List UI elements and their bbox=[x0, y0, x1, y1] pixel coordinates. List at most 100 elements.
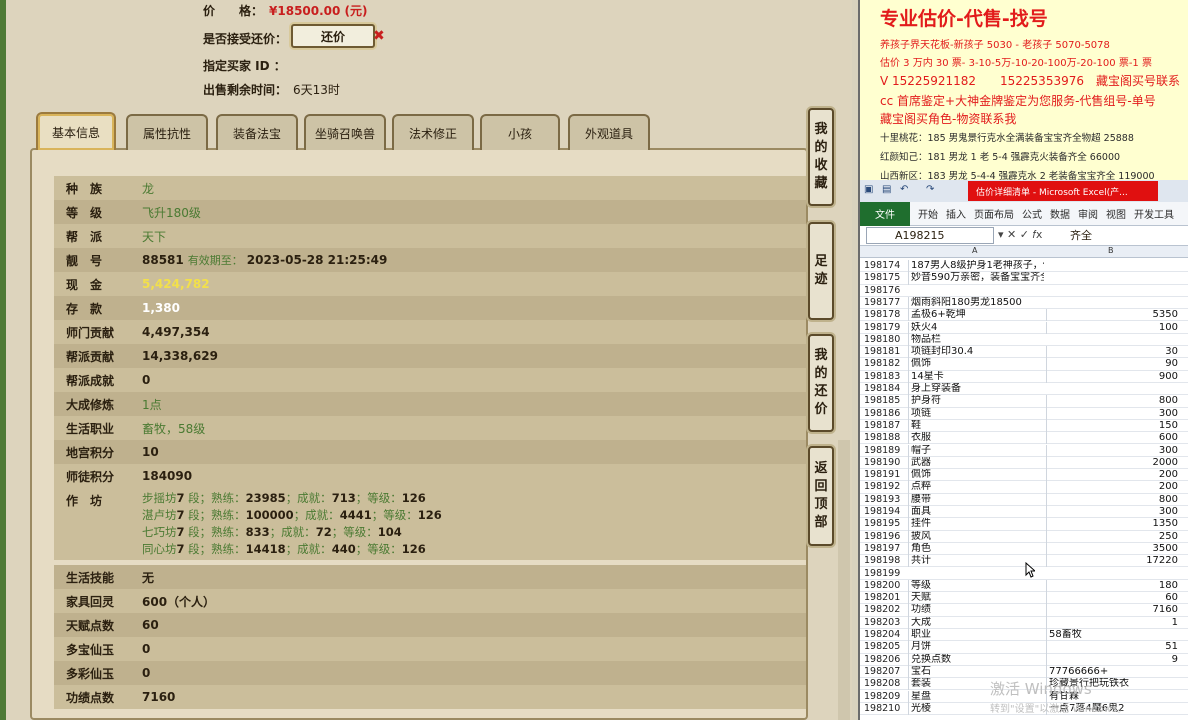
row-number[interactable]: 198200 bbox=[864, 580, 906, 592]
sheet-row[interactable]: 198199 bbox=[860, 568, 1188, 580]
sheet-row[interactable]: 198193 腰带 800 bbox=[860, 493, 1188, 506]
ribbon-tab[interactable]: 开始 bbox=[918, 206, 938, 221]
row-number[interactable]: 198180 bbox=[864, 334, 906, 346]
sheet-row[interactable]: 198181 项链封印30.4 30 bbox=[860, 346, 1188, 359]
row-number[interactable]: 198174 bbox=[864, 260, 906, 272]
back-to-top-button[interactable]: 返回顶部 bbox=[808, 446, 834, 546]
cell-b[interactable]: 100 bbox=[1046, 321, 1180, 334]
sheet-row[interactable]: 198196 披风 250 bbox=[860, 530, 1188, 543]
close-icon[interactable]: ✖ bbox=[373, 28, 385, 44]
cell-b[interactable]: 77766666+ bbox=[1046, 665, 1180, 679]
cell-a[interactable]: 宝石 bbox=[908, 665, 1044, 679]
cell-a[interactable]: 佩饰 bbox=[908, 469, 1044, 482]
cell-b[interactable]: 9 bbox=[1046, 653, 1180, 666]
sheet-row[interactable]: 198206 兑换点数 9 bbox=[860, 653, 1188, 666]
sheet-row[interactable]: 198180 物品栏 bbox=[860, 333, 1188, 347]
row-number[interactable]: 198177 bbox=[864, 297, 906, 309]
sheet-row[interactable]: 198197 角色 3500 bbox=[860, 542, 1188, 556]
row-number[interactable]: 198185 bbox=[864, 395, 906, 407]
ribbon-tab[interactable]: 插入 bbox=[946, 206, 966, 221]
cell-a[interactable]: 功绩 bbox=[908, 604, 1044, 617]
cell-b[interactable]: 250 bbox=[1046, 530, 1180, 543]
cell-a[interactable]: 鞋 bbox=[908, 419, 1044, 433]
formula-value[interactable]: 齐全 bbox=[1070, 227, 1092, 244]
sheet-row[interactable]: 198191 佩饰 200 bbox=[860, 469, 1188, 482]
row-number[interactable]: 198210 bbox=[864, 703, 906, 715]
cell-a[interactable]: 共计 bbox=[908, 555, 1044, 568]
cell-a[interactable]: 烟雨斜阳180男龙18500 bbox=[908, 296, 1044, 310]
tab-mounts-pets[interactable]: 坐骑召唤兽 bbox=[304, 114, 386, 150]
cell-b[interactable]: 7160 bbox=[1046, 604, 1180, 617]
cell-b[interactable]: 800 bbox=[1046, 395, 1180, 408]
ribbon-tab[interactable]: 视图 bbox=[1106, 206, 1126, 221]
sheet-row[interactable]: 198190 武器 2000 bbox=[860, 456, 1188, 470]
redo-icon[interactable]: ↷ bbox=[926, 184, 934, 195]
row-number[interactable]: 198202 bbox=[864, 604, 906, 616]
haggle-button[interactable]: 还价 bbox=[291, 24, 375, 48]
cell-a[interactable]: 帽子 bbox=[908, 444, 1044, 457]
cell-b[interactable]: 600 bbox=[1046, 432, 1180, 445]
scrollbar[interactable] bbox=[838, 440, 850, 720]
cell-a[interactable]: 妖火4 bbox=[908, 321, 1044, 334]
row-number[interactable]: 198183 bbox=[864, 371, 906, 383]
cell-b[interactable]: 5350 bbox=[1046, 309, 1180, 322]
ribbon-tab[interactable]: 开发工具 bbox=[1134, 206, 1174, 221]
sheet-row[interactable]: 198203 大成 1 bbox=[860, 616, 1188, 629]
sheet-row[interactable]: 198179 妖火4 100 bbox=[860, 321, 1188, 334]
row-number[interactable]: 198205 bbox=[864, 641, 906, 653]
sheet-row[interactable]: 198185 护身符 800 bbox=[860, 395, 1188, 408]
cell-b[interactable]: 900 bbox=[1046, 370, 1180, 383]
cell-b[interactable]: 2000 bbox=[1046, 456, 1180, 470]
row-number[interactable]: 198208 bbox=[864, 678, 906, 690]
row-number[interactable]: 198201 bbox=[864, 592, 906, 604]
sheet-row[interactable]: 198204 职业 58畜牧 bbox=[860, 629, 1188, 642]
row-number[interactable]: 198193 bbox=[864, 494, 906, 506]
row-number[interactable]: 198199 bbox=[864, 568, 906, 580]
row-number[interactable]: 198176 bbox=[864, 285, 906, 297]
cell-b[interactable]: 200 bbox=[1046, 469, 1180, 482]
undo-icon[interactable]: ↶ bbox=[900, 184, 908, 195]
cell-b[interactable]: 1350 bbox=[1046, 518, 1180, 531]
sheet-row[interactable]: 198200 等级 180 bbox=[860, 579, 1188, 593]
row-number[interactable]: 198196 bbox=[864, 531, 906, 543]
cell-b[interactable]: 300 bbox=[1046, 407, 1180, 420]
column-b-header[interactable]: B bbox=[1108, 246, 1114, 255]
cell-b[interactable]: 51 bbox=[1046, 641, 1180, 654]
cell-a[interactable]: 护身符 bbox=[908, 395, 1044, 408]
sheet-row[interactable]: 198187 鞋 150 bbox=[860, 419, 1188, 433]
row-number[interactable]: 198189 bbox=[864, 445, 906, 457]
cell-a[interactable]: 项链封印30.4 bbox=[908, 346, 1044, 359]
sheet-row[interactable]: 198194 面具 300 bbox=[860, 506, 1188, 519]
cell-b[interactable]: 17220 bbox=[1046, 555, 1180, 568]
cell-a[interactable]: 月饼 bbox=[908, 641, 1044, 654]
cell-a[interactable]: 身上穿装备 bbox=[908, 383, 1044, 396]
row-number[interactable]: 198182 bbox=[864, 358, 906, 370]
row-number[interactable]: 198175 bbox=[864, 272, 906, 284]
cell-a[interactable]: 等级 bbox=[908, 579, 1044, 593]
cell-a[interactable]: 大成 bbox=[908, 616, 1044, 629]
tab-basic-info[interactable]: 基本信息 bbox=[36, 112, 116, 150]
sheet-row[interactable]: 198192 点粹 200 bbox=[860, 481, 1188, 494]
row-number[interactable]: 198192 bbox=[864, 481, 906, 493]
cell-a[interactable]: 衣服 bbox=[908, 432, 1044, 445]
ribbon-tab[interactable]: 页面布局 bbox=[974, 206, 1014, 221]
sheet-row[interactable]: 198176 bbox=[860, 285, 1188, 297]
cell-a[interactable]: 14星卡 bbox=[908, 370, 1044, 383]
cell-b[interactable]: 1 bbox=[1046, 616, 1180, 629]
tab-attributes[interactable]: 属性抗性 bbox=[126, 114, 208, 150]
cell-a[interactable]: 兑换点数 bbox=[908, 653, 1044, 666]
cell-a[interactable]: 天赋 bbox=[908, 592, 1044, 605]
cell-a[interactable]: 角色 bbox=[908, 542, 1044, 556]
row-number[interactable]: 198204 bbox=[864, 629, 906, 641]
cell-b[interactable]: 3500 bbox=[1046, 542, 1180, 556]
sheet-row[interactable]: 198175 妙音590万亲密，装备宝宝齐全 bbox=[860, 272, 1188, 285]
sheet-row[interactable]: 198202 功绩 7160 bbox=[860, 604, 1188, 617]
footprints-button[interactable]: 足迹 bbox=[808, 222, 834, 320]
favorites-button[interactable]: 我的收藏 bbox=[808, 108, 834, 206]
row-number[interactable]: 198186 bbox=[864, 408, 906, 420]
cell-a[interactable]: 武器 bbox=[908, 456, 1044, 470]
sheet-row[interactable]: 198201 天赋 60 bbox=[860, 592, 1188, 605]
cell-a[interactable]: 职业 bbox=[908, 629, 1044, 642]
file-tab[interactable]: 文件 bbox=[860, 201, 910, 226]
row-number[interactable]: 198194 bbox=[864, 506, 906, 518]
